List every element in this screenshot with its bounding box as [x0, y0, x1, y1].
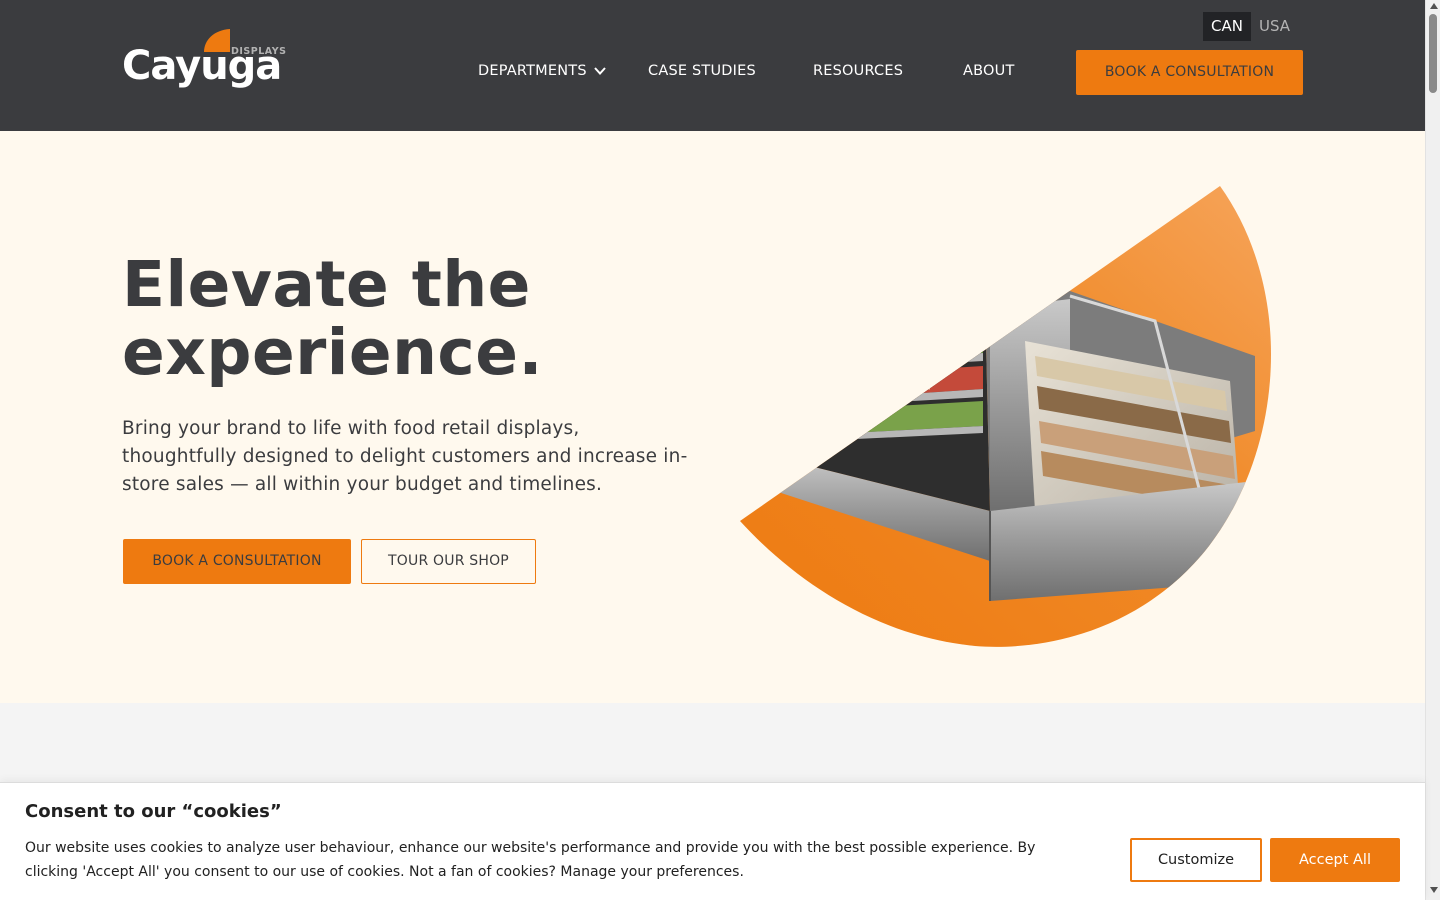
site-header: DISPLAYS Cayuga CAN USA DEPARTMENTS CASE… — [0, 0, 1425, 131]
scroll-up-icon[interactable] — [1430, 3, 1438, 9]
chevron-down-icon[interactable] — [594, 66, 606, 76]
cookie-consent-banner: Consent to our “cookies” Our website use… — [0, 782, 1425, 900]
scroll-down-icon[interactable] — [1430, 887, 1438, 893]
display-case-image — [740, 186, 1272, 647]
locale-usa[interactable]: USA — [1251, 12, 1298, 41]
nav-case-studies[interactable]: CASE STUDIES — [648, 63, 756, 79]
scrollbar-thumb[interactable] — [1429, 14, 1437, 93]
hero-title-line1: Elevate the — [122, 248, 531, 321]
nav-resources[interactable]: RESOURCES — [813, 63, 903, 79]
header-book-consultation-button[interactable]: BOOK A CONSULTATION — [1076, 50, 1303, 95]
page-scrollbar[interactable] — [1425, 0, 1440, 900]
cookie-customize-button[interactable]: Customize — [1130, 838, 1262, 882]
locale-switcher: CAN USA — [1203, 12, 1298, 41]
hero-subtitle: Bring your brand to life with food retai… — [122, 418, 688, 495]
cayuga-logo[interactable]: DISPLAYS Cayuga — [122, 28, 287, 98]
hero-title: Elevate the experience. — [122, 251, 682, 387]
cookie-banner-text: Our website uses cookies to analyze user… — [25, 840, 1036, 880]
hero-title-line2: experience. — [122, 316, 543, 389]
locale-can[interactable]: CAN — [1203, 12, 1251, 41]
tour-our-shop-button[interactable]: TOUR OUR SHOP — [361, 539, 536, 584]
hero-section: Elevate the experience. Bring your brand… — [0, 131, 1425, 703]
logo-wordmark: Cayuga — [122, 43, 282, 89]
cookie-banner-title: Consent to our “cookies” — [25, 801, 282, 822]
hero-book-consultation-button[interactable]: BOOK A CONSULTATION — [123, 539, 351, 584]
cookie-accept-all-button[interactable]: Accept All — [1270, 838, 1400, 882]
nav-departments[interactable]: DEPARTMENTS — [478, 63, 587, 79]
nav-about[interactable]: ABOUT — [963, 63, 1015, 79]
